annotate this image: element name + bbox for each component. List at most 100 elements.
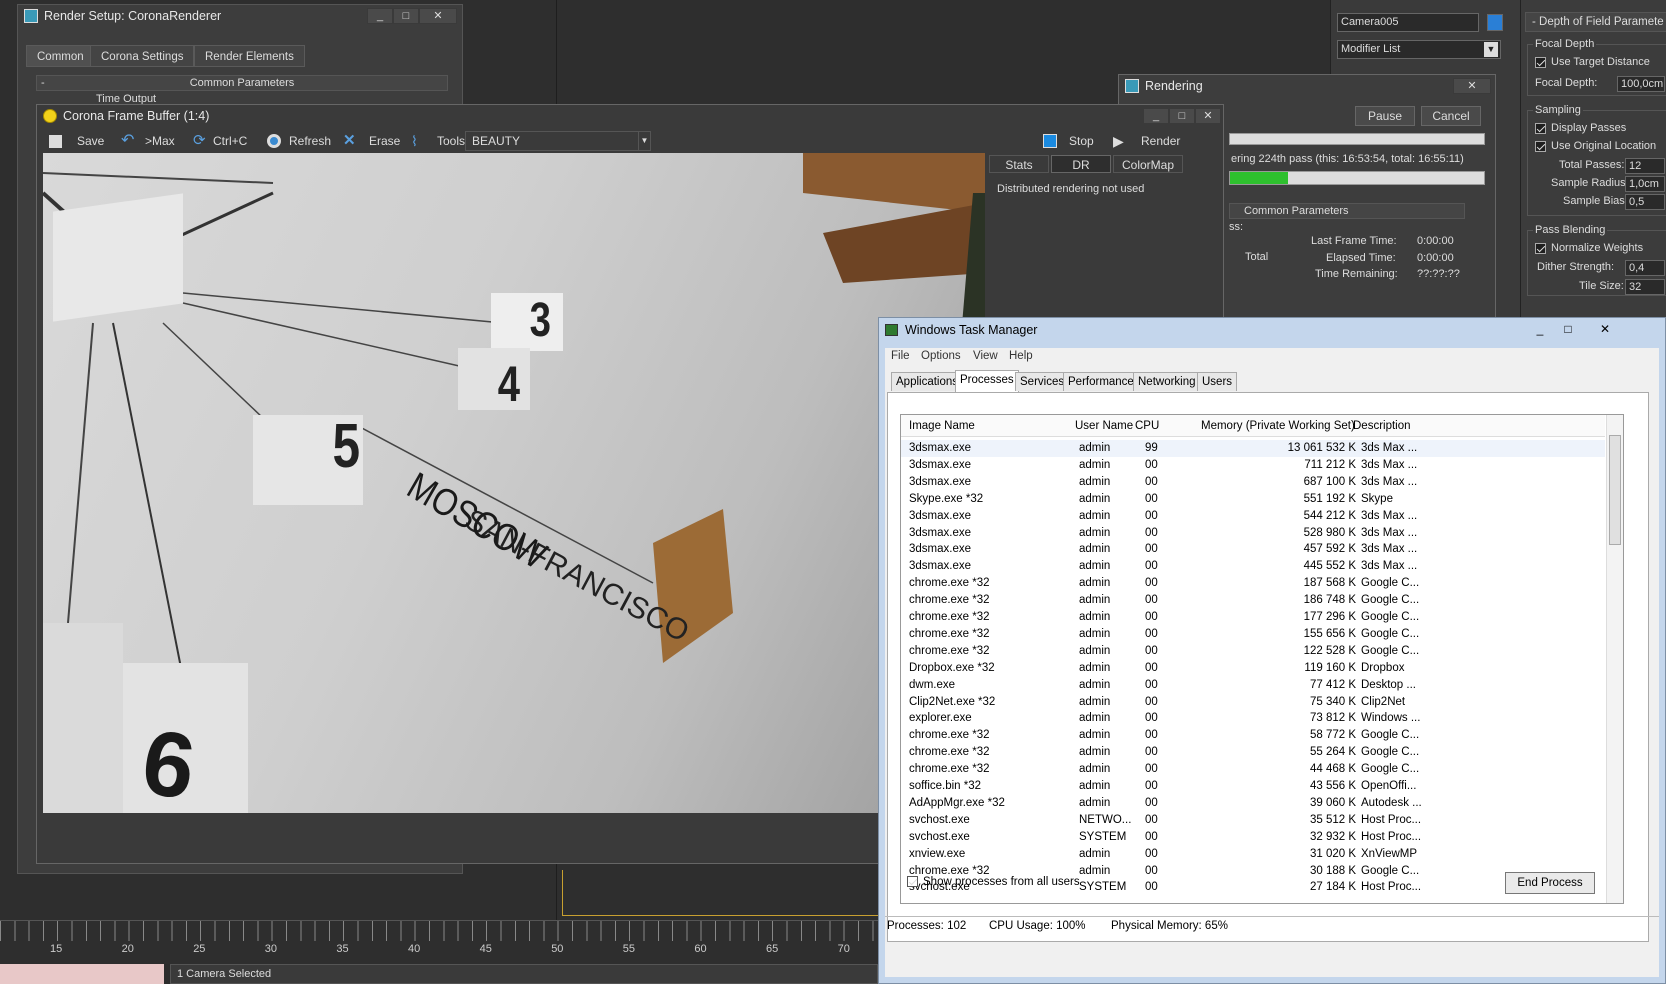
timeline[interactable]: 15 20 25 30 35 40 45 50 55 60 65 70 <box>0 920 878 964</box>
tools-button[interactable]: ⌇ Tools <box>407 130 465 152</box>
tab-colormap[interactable]: ColorMap <box>1113 155 1183 173</box>
table-row[interactable]: Clip2Net.exe *32 admin 00 75 340 K Clip2Net <box>901 694 1605 711</box>
scroll-thumb[interactable] <box>1609 435 1621 545</box>
maximize-button[interactable]: □ <box>1169 108 1195 124</box>
tab-dr[interactable]: DR <box>1051 155 1111 173</box>
use-original-location-checkbox[interactable]: Use Original Location <box>1535 140 1656 152</box>
close-button[interactable]: ✕ <box>1453 78 1491 94</box>
table-row[interactable]: chrome.exe *32 admin 00 55 264 K Google C... <box>901 744 1605 761</box>
cpu-cell: 00 <box>1145 695 1158 708</box>
table-row[interactable]: 3dsmax.exe admin 00 445 552 K 3ds Max ... <box>901 558 1605 575</box>
table-row[interactable]: 3dsmax.exe admin 00 711 212 K 3ds Max ... <box>901 457 1605 474</box>
table-row[interactable]: dwm.exe admin 00 77 412 K Desktop ... <box>901 677 1605 694</box>
table-row[interactable]: soffice.bin *32 admin 00 43 556 K OpenOffi..… <box>901 778 1605 795</box>
process-list: Image Name User Name CPU Memory (Private… <box>900 414 1624 904</box>
minimize-button[interactable]: _ <box>1527 320 1553 338</box>
table-row[interactable]: chrome.exe *32 admin 00 122 528 K Google C..… <box>901 643 1605 660</box>
display-passes-checkbox[interactable]: Display Passes <box>1535 122 1626 134</box>
tab-corona-settings[interactable]: Corona Settings <box>90 45 195 67</box>
object-name-field[interactable]: Camera005 <box>1337 13 1479 32</box>
tab-common[interactable]: Common <box>26 45 95 67</box>
common-parameters-rollout[interactable]: Common Parameters <box>1229 203 1465 219</box>
common-parameters-rollout[interactable]: - Common Parameters <box>36 75 448 91</box>
dof-rollout-header[interactable]: - Depth of Field Paramete <box>1525 12 1666 32</box>
total-passes-input[interactable]: 12 <box>1625 158 1665 174</box>
table-row[interactable]: xnview.exe admin 00 31 020 K XnViewMP <box>901 846 1605 863</box>
tab-performance[interactable]: Performance <box>1063 372 1139 391</box>
tab-users[interactable]: Users <box>1197 372 1238 391</box>
frame-buffer-titlebar[interactable]: Corona Frame Buffer (1:4) <box>37 105 1223 127</box>
close-button[interactable]: ✕ <box>419 8 457 24</box>
end-process-button[interactable]: End Process <box>1505 872 1595 894</box>
table-row[interactable]: svchost.exe SYSTEM 00 32 932 K Host Proc... <box>901 829 1605 846</box>
elapsed-label: Elapsed Time: <box>1326 252 1396 264</box>
table-row[interactable]: 3dsmax.exe admin 00 544 212 K 3ds Max ... <box>901 508 1605 525</box>
table-row[interactable]: Dropbox.exe *32 admin 00 119 160 K Dropbox <box>901 660 1605 677</box>
column-description[interactable]: Description <box>1353 420 1411 432</box>
modifier-list-dropdown[interactable]: Modifier List ▼ <box>1337 40 1501 59</box>
pass-select[interactable]: BEAUTY ▼ <box>465 131 651 151</box>
menu-view[interactable]: View <box>973 350 998 362</box>
cpu-cell: 00 <box>1145 813 1158 826</box>
pause-button[interactable]: Pause <box>1355 106 1415 126</box>
process-name-cell: Skype.exe *32 <box>909 492 984 505</box>
table-row[interactable]: chrome.exe *32 admin 00 155 656 K Google C..… <box>901 626 1605 643</box>
vertical-scrollbar[interactable] <box>1606 415 1623 903</box>
menu-options[interactable]: Options <box>921 350 961 362</box>
maximize-button[interactable]: □ <box>1555 320 1581 338</box>
table-row[interactable]: 3dsmax.exe admin 99 13 061 532 K 3ds Max ... <box>901 440 1605 457</box>
sample-radius-input[interactable]: 1,0cm <box>1625 176 1665 192</box>
dither-strength-input[interactable]: 0,4 <box>1625 260 1665 276</box>
user-name-cell: admin <box>1079 746 1111 759</box>
show-all-users-checkbox[interactable]: Show processes from all users <box>907 876 1080 888</box>
normalize-weights-checkbox[interactable]: Normalize Weights <box>1535 242 1643 254</box>
sample-bias-input[interactable]: 0,5 <box>1625 194 1665 210</box>
tab-render-elements[interactable]: Render Elements <box>194 45 305 67</box>
table-row[interactable]: chrome.exe *32 admin 00 186 748 K Google C..… <box>901 592 1605 609</box>
table-row[interactable]: chrome.exe *32 admin 00 58 772 K Google C... <box>901 727 1605 744</box>
tab-applications[interactable]: Applications <box>891 372 964 391</box>
minimize-button[interactable]: _ <box>367 8 393 24</box>
table-row[interactable]: svchost.exe NETWO... 00 35 512 K Host Proc..… <box>901 812 1605 829</box>
menu-file[interactable]: File <box>891 350 910 362</box>
table-row[interactable]: 3dsmax.exe admin 00 528 980 K 3ds Max ... <box>901 525 1605 542</box>
max-button[interactable]: ↶ >Max <box>117 130 183 152</box>
tab-services[interactable]: Services <box>1015 372 1070 391</box>
rendered-image[interactable]: 3 4 5 6 SAN-FRANCISCO MOSCOW <box>43 153 985 813</box>
tab-processes[interactable]: Processes <box>955 370 1019 392</box>
description-cell: Host Proc... <box>1361 881 1422 894</box>
minimize-button[interactable]: _ <box>1143 108 1169 124</box>
table-row[interactable]: chrome.exe *32 admin 00 177 296 K Google C..… <box>901 609 1605 626</box>
render-button[interactable]: ▶ Render <box>1109 130 1180 152</box>
table-row[interactable]: 3dsmax.exe admin 00 687 100 K 3ds Max ... <box>901 474 1605 491</box>
column-user-name[interactable]: User Name <box>1075 420 1133 432</box>
menu-help[interactable]: Help <box>1009 350 1033 362</box>
save-button[interactable]: Save <box>45 130 109 152</box>
column-image-name[interactable]: Image Name <box>909 420 975 432</box>
table-row[interactable]: Skype.exe *32 admin 00 551 192 K Skype <box>901 491 1605 508</box>
close-button[interactable]: ✕ <box>1583 320 1627 338</box>
object-color-swatch[interactable] <box>1487 14 1503 31</box>
table-row[interactable]: explorer.exe admin 00 73 812 K Windows ... <box>901 710 1605 727</box>
tab-stats[interactable]: Stats <box>989 155 1049 173</box>
table-row[interactable]: 3dsmax.exe admin 00 457 592 K 3ds Max ... <box>901 541 1605 558</box>
table-row[interactable]: chrome.exe *32 admin 00 187 568 K Google C..… <box>901 575 1605 592</box>
table-row[interactable]: AdAppMgr.exe *32 admin 00 39 060 K Autodesk … <box>901 795 1605 812</box>
use-target-distance-checkbox[interactable]: Use Target Distance <box>1535 56 1650 68</box>
erase-button[interactable]: ✕ Erase <box>339 130 400 152</box>
column-memory[interactable]: Memory (Private Working Set) <box>1201 420 1355 432</box>
checkbox-icon <box>907 876 918 888</box>
cancel-button[interactable]: Cancel <box>1421 106 1481 126</box>
column-cpu[interactable]: CPU <box>1135 420 1159 432</box>
close-button[interactable]: ✕ <box>1195 108 1221 124</box>
copy-button[interactable]: ⟳ Ctrl+C <box>189 130 257 152</box>
stop-button[interactable]: Stop <box>1039 130 1105 152</box>
tile-size-input[interactable]: 32 <box>1625 279 1665 295</box>
maximize-button[interactable]: □ <box>393 8 419 24</box>
focal-depth-input[interactable]: 100,0cm <box>1617 76 1665 92</box>
table-row[interactable]: chrome.exe *32 admin 00 44 468 K Google C... <box>901 761 1605 778</box>
rendering-titlebar[interactable]: Rendering <box>1119 75 1495 97</box>
refresh-button[interactable]: Refresh <box>263 130 331 152</box>
tab-networking[interactable]: Networking <box>1133 372 1201 391</box>
memory-cell: 711 212 K <box>1304 458 1356 471</box>
